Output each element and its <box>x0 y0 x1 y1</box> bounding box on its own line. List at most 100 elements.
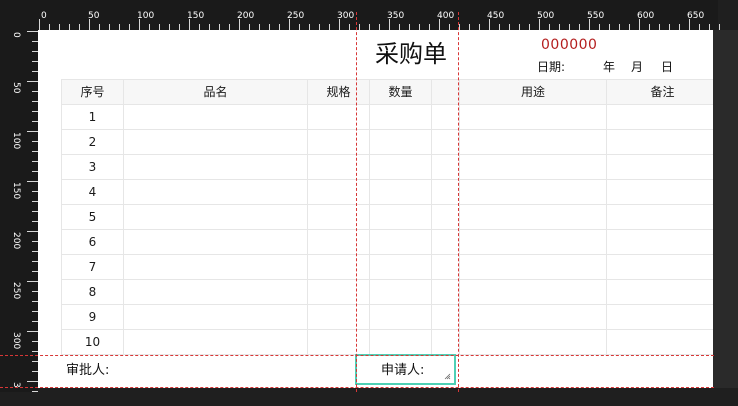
table-cell[interactable] <box>431 129 460 155</box>
table-row: 8 <box>61 279 713 305</box>
horizontal-guide-line[interactable] <box>0 355 714 356</box>
row-index-cell[interactable]: 1 <box>61 104 124 130</box>
row-index-cell[interactable]: 8 <box>61 279 124 305</box>
print-canvas[interactable]: 采购单 000000 日期: 年月日 序号 品名 规格 数量 用途 备注 1 2… <box>38 30 713 388</box>
table-cell[interactable] <box>123 104 308 130</box>
table-cell[interactable] <box>459 304 607 330</box>
row-index-cell[interactable]: 6 <box>61 229 124 255</box>
approver-label[interactable]: 审批人: <box>66 363 109 379</box>
table-cell[interactable] <box>123 254 308 280</box>
table-cell[interactable] <box>431 154 460 180</box>
selected-applicant-field[interactable]: 申请人: <box>355 354 456 385</box>
table-cell[interactable] <box>369 129 432 155</box>
table-cell[interactable] <box>459 179 607 205</box>
ruler-tick <box>27 331 38 332</box>
table-cell[interactable] <box>307 104 370 130</box>
table-cell[interactable] <box>369 329 432 355</box>
row-index-cell[interactable]: 2 <box>61 129 124 155</box>
row-index-cell[interactable]: 9 <box>61 304 124 330</box>
table-cell[interactable] <box>606 204 713 230</box>
table-cell[interactable] <box>459 279 607 305</box>
table-cell[interactable] <box>431 329 460 355</box>
table-cell[interactable] <box>606 329 713 355</box>
table-cell[interactable] <box>307 154 370 180</box>
table-cell[interactable] <box>431 229 460 255</box>
header-remarks[interactable]: 备注 <box>606 79 713 105</box>
header-quantity[interactable]: 数量 <box>369 79 432 105</box>
row-index-cell[interactable]: 5 <box>61 204 124 230</box>
resize-handle-icon[interactable] <box>444 373 451 380</box>
table-cell[interactable] <box>431 104 460 130</box>
table-cell[interactable] <box>606 279 713 305</box>
serial-number[interactable]: 000000 <box>541 37 597 53</box>
ruler-tick <box>27 181 38 182</box>
table-cell[interactable] <box>606 154 713 180</box>
row-index-cell[interactable]: 4 <box>61 179 124 205</box>
header-product-name[interactable]: 品名 <box>123 79 308 105</box>
table-cell[interactable] <box>307 329 370 355</box>
row-index-cell[interactable]: 7 <box>61 254 124 280</box>
ruler-tick <box>639 19 640 30</box>
horizontal-guide-line[interactable] <box>0 387 714 388</box>
table-cell[interactable] <box>459 329 607 355</box>
ruler-left-label: 250 <box>11 282 21 300</box>
table-cell[interactable] <box>123 304 308 330</box>
table-cell[interactable] <box>459 204 607 230</box>
table-cell[interactable] <box>459 229 607 255</box>
table-cell[interactable] <box>123 179 308 205</box>
table-cell[interactable] <box>369 179 432 205</box>
table-cell[interactable] <box>606 254 713 280</box>
horizontal-ruler[interactable]: 0 50 100 150 200 250 300 350 400 450 500… <box>38 0 720 31</box>
table-cell[interactable] <box>307 204 370 230</box>
row-index-cell[interactable]: 3 <box>61 154 124 180</box>
table-cell[interactable] <box>431 179 460 205</box>
table-cell[interactable] <box>606 104 713 130</box>
table-cell[interactable] <box>459 154 607 180</box>
table-cell[interactable] <box>606 129 713 155</box>
ruler-left-label: 200 <box>11 232 21 250</box>
header-index[interactable]: 序号 <box>61 79 124 105</box>
table-cell[interactable] <box>459 129 607 155</box>
table-cell[interactable] <box>431 304 460 330</box>
table-cell[interactable] <box>369 229 432 255</box>
table-row: 1 <box>61 104 713 130</box>
table-cell[interactable] <box>307 229 370 255</box>
header-purpose[interactable]: 用途 <box>459 79 607 105</box>
table-cell[interactable] <box>606 179 713 205</box>
table-cell[interactable] <box>307 129 370 155</box>
row-index-cell[interactable]: 10 <box>61 329 124 355</box>
table-cell[interactable] <box>369 154 432 180</box>
table-cell[interactable] <box>369 304 432 330</box>
table-cell[interactable] <box>431 204 460 230</box>
table-cell[interactable] <box>123 229 308 255</box>
table-cell[interactable] <box>123 279 308 305</box>
table-cell[interactable] <box>606 304 713 330</box>
vertical-guide-line[interactable] <box>356 12 357 392</box>
table-cell[interactable] <box>307 304 370 330</box>
ruler-tick <box>539 19 540 30</box>
table-cell[interactable] <box>369 204 432 230</box>
table-cell[interactable] <box>369 279 432 305</box>
table-cell[interactable] <box>431 254 460 280</box>
table-cell[interactable] <box>606 229 713 255</box>
table-cell[interactable] <box>369 254 432 280</box>
table-cell[interactable] <box>459 104 607 130</box>
header-blank[interactable] <box>431 79 460 105</box>
table-cell[interactable] <box>307 279 370 305</box>
vertical-ruler[interactable]: 0 50 100 150 200 250 300 3 <box>0 30 39 392</box>
table-cell[interactable] <box>307 254 370 280</box>
ruler-top-label: 0 <box>41 11 47 21</box>
table-cell[interactable] <box>307 179 370 205</box>
header-spec[interactable]: 规格 <box>307 79 370 105</box>
table-cell[interactable] <box>123 129 308 155</box>
table-cell[interactable] <box>123 154 308 180</box>
date-row[interactable]: 日期: 年 月 日 <box>537 60 673 74</box>
table-cell[interactable] <box>431 279 460 305</box>
table-cell[interactable] <box>123 204 308 230</box>
table-cell[interactable] <box>459 254 607 280</box>
table-cell[interactable] <box>369 104 432 130</box>
purchase-table[interactable]: 序号 品名 规格 数量 用途 备注 1 2 3 4 5 6 7 8 9 10 <box>61 79 713 355</box>
form-title[interactable]: 采购单 <box>371 40 451 68</box>
vertical-guide-line[interactable] <box>458 12 459 392</box>
table-cell[interactable] <box>123 329 308 355</box>
